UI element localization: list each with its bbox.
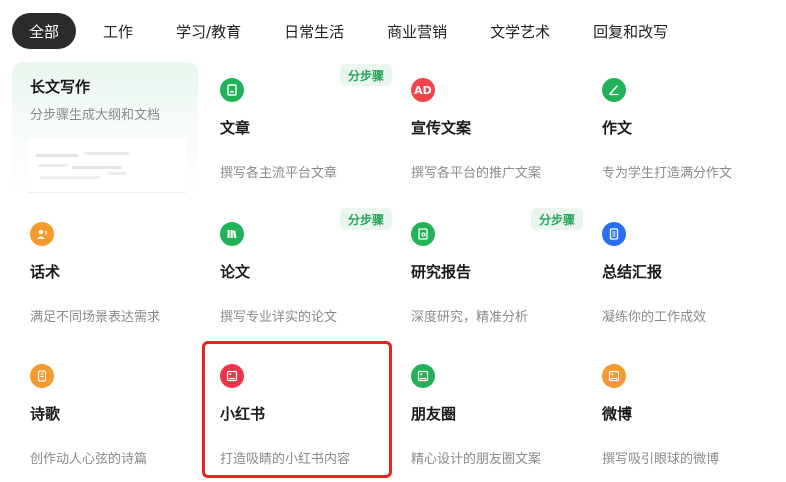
template-card[interactable]: 话术 满足不同场景表达需求 [22, 206, 208, 340]
tab-marketing[interactable]: 商业营销 [371, 13, 463, 49]
speaker-icon [30, 222, 54, 246]
books-icon [220, 222, 244, 246]
card-title: 微博 [602, 405, 633, 423]
card-desc: 撰写专业详实的论文 [220, 310, 338, 325]
card-desc: 撰写各主流平台文章 [220, 166, 338, 181]
template-card[interactable]: 朋友圈 精心设计的朋友圈文案 [403, 348, 589, 482]
card-title: 话术 [30, 263, 61, 281]
step-badge: 分步骤 [530, 208, 583, 230]
card-desc: 凝练你的工作成效 [602, 310, 707, 325]
tab-reply-rewrite[interactable]: 回复和改写 [577, 13, 684, 49]
report-icon [411, 222, 435, 246]
template-card[interactable]: 总结汇报 凝练你的工作成效 [594, 206, 780, 340]
card-desc: 撰写吸引眼球的微博 [602, 452, 720, 467]
card-title: 研究报告 [411, 263, 472, 281]
card-title: 文章 [220, 119, 251, 137]
document-icon [220, 78, 244, 102]
featured-card-long-writing[interactable]: 长文写作 分步骤生成大纲和文档 [12, 62, 198, 196]
selection-highlight-box [202, 341, 392, 478]
pen-icon [602, 78, 626, 102]
template-card[interactable]: 分步骤 研究报告 深度研究，精准分析 [403, 206, 589, 340]
card-title: 长文写作 [30, 78, 91, 96]
template-card[interactable]: 分步骤 论文 撰写专业详实的论文 [212, 206, 398, 340]
template-card[interactable]: 微博 撰写吸引眼球的微博 [594, 348, 780, 482]
card-desc: 精心设计的朋友圈文案 [411, 452, 542, 467]
tab-literature-art[interactable]: 文学艺术 [474, 13, 566, 49]
step-badge: 分步骤 [339, 64, 392, 86]
template-card[interactable]: 作文 专为学生打造满分作文 [594, 62, 780, 196]
card-desc: 撰写各平台的推广文案 [411, 166, 542, 181]
card-desc: 分步骤生成大纲和文档 [30, 108, 161, 123]
card-title: 诗歌 [30, 405, 61, 423]
card-title: 朋友圈 [411, 405, 457, 423]
document-preview-illustration [28, 138, 186, 194]
template-card[interactable]: AD 宣传文案 撰写各平台的推广文案 [403, 62, 589, 196]
tab-work[interactable]: 工作 [87, 13, 149, 49]
card-desc: 创作动人心弦的诗篇 [30, 452, 148, 467]
template-card[interactable]: 诗歌 创作动人心弦的诗篇 [22, 348, 208, 482]
card-title: 论文 [220, 263, 251, 281]
card-title: 宣传文案 [411, 119, 472, 137]
card-desc: 满足不同场景表达需求 [30, 310, 161, 325]
notebook-icon [602, 222, 626, 246]
template-card[interactable]: 分步骤 文章 撰写各主流平台文章 [212, 62, 398, 196]
step-badge: 分步骤 [339, 208, 392, 230]
image-card-icon [602, 364, 626, 388]
card-title: 总结汇报 [602, 263, 663, 281]
scroll-icon [30, 364, 54, 388]
card-desc: 深度研究，精准分析 [411, 310, 529, 325]
image-card-icon [411, 364, 435, 388]
ad-icon: AD [411, 78, 435, 102]
card-title: 作文 [602, 119, 633, 137]
tab-all[interactable]: 全部 [12, 13, 77, 49]
category-tabs: 全部 工作 学习/教育 日常生活 商业营销 文学艺术 回复和改写 [12, 12, 695, 50]
tab-study-education[interactable]: 学习/教育 [160, 13, 257, 49]
card-desc: 专为学生打造满分作文 [602, 166, 733, 181]
tab-daily-life[interactable]: 日常生活 [268, 13, 360, 49]
